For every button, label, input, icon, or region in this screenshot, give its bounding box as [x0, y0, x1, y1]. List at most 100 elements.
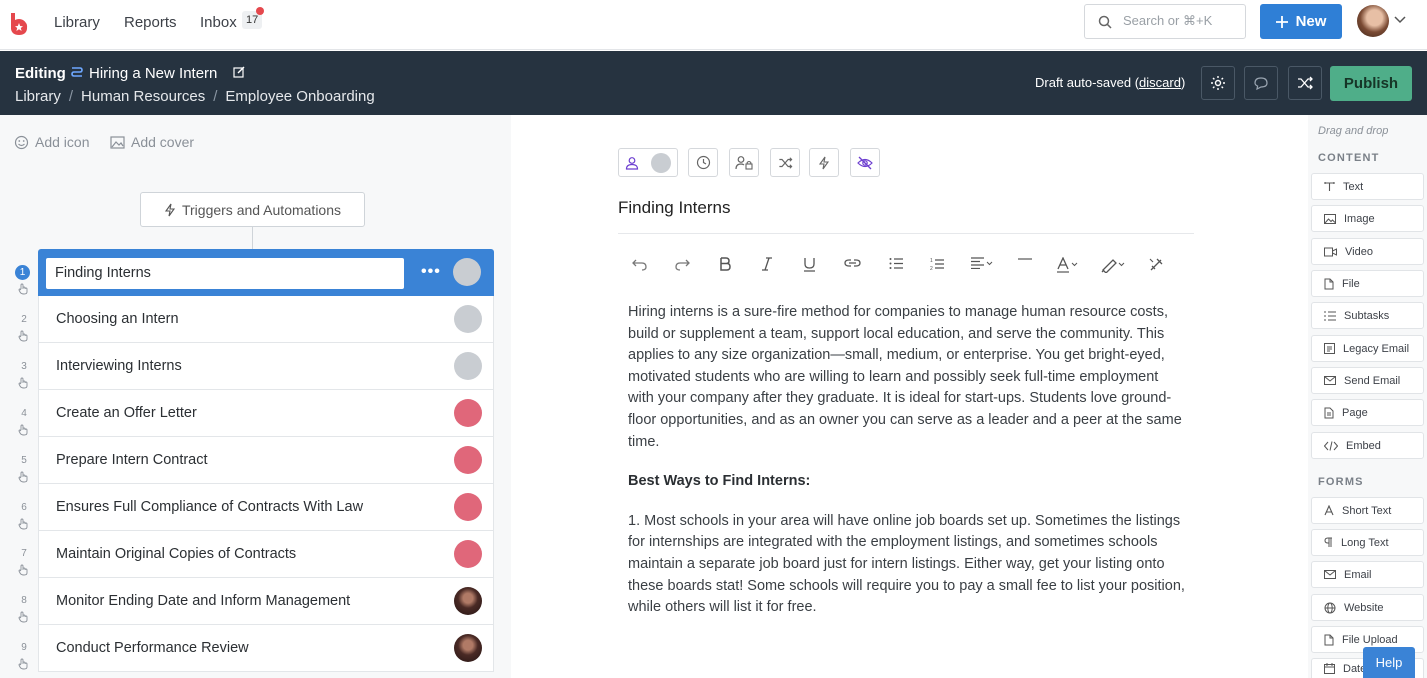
drag-hand-icon[interactable] [18, 377, 29, 389]
assignee-group-avatar[interactable] [454, 540, 482, 568]
step-content[interactable]: Hiring interns is a sure-fire method for… [628, 302, 1188, 637]
numbered-list-icon[interactable]: 12 [930, 257, 945, 271]
component-short-text[interactable]: Short Text [1311, 497, 1424, 524]
task-label: Interviewing Interns [56, 358, 182, 374]
clear-format-icon[interactable] [1148, 257, 1164, 273]
due-date-button[interactable] [688, 148, 718, 177]
task-label: Choosing an Intern [56, 311, 179, 327]
component-email[interactable]: Email [1311, 561, 1424, 588]
drag-hand-icon[interactable] [18, 518, 29, 530]
drag-hand-icon[interactable] [18, 564, 29, 576]
component-legacy-email[interactable]: Legacy Email [1311, 335, 1424, 362]
italic-icon[interactable] [761, 257, 773, 271]
nav-reports-link[interactable]: Reports [124, 14, 177, 31]
component-image[interactable]: Image [1311, 205, 1424, 232]
bold-icon[interactable] [719, 257, 731, 271]
breadcrumb-library[interactable]: Library [15, 88, 61, 105]
component-text[interactable]: Text [1311, 173, 1424, 200]
breadcrumb-employee-onboarding[interactable]: Employee Onboarding [225, 88, 374, 105]
help-button[interactable]: Help [1363, 647, 1415, 678]
search-box[interactable] [1084, 4, 1246, 39]
drag-hand-icon[interactable] [18, 658, 29, 670]
add-cover-button[interactable]: Add cover [110, 134, 194, 150]
task-item[interactable]: Prepare Intern Contract [38, 437, 494, 484]
align-dropdown-icon[interactable] [970, 257, 994, 269]
lightning-icon [818, 156, 830, 169]
assignee-avatar[interactable] [453, 258, 481, 286]
assignee-group-avatar[interactable] [454, 399, 482, 427]
add-icon-button[interactable]: Add icon [14, 134, 89, 150]
text-color-icon[interactable] [1056, 257, 1080, 273]
step-title[interactable]: Finding Interns [618, 198, 730, 218]
task-item[interactable]: Choosing an Intern [38, 296, 494, 343]
conditional-logic-button[interactable] [770, 148, 800, 177]
link-icon[interactable] [844, 257, 861, 269]
new-button-label: New [1295, 13, 1327, 30]
assignee-avatar[interactable] [454, 305, 482, 333]
component-subtasks[interactable]: Subtasks [1311, 302, 1424, 329]
discard-link[interactable]: discard [1139, 75, 1181, 90]
image-icon [1324, 213, 1336, 224]
underline-icon[interactable] [803, 257, 816, 272]
assignee-avatar[interactable] [454, 352, 482, 380]
triggers-automations-button[interactable]: Triggers and Automations [140, 192, 365, 227]
workflow-title[interactable]: Hiring a New Intern [89, 65, 217, 82]
drag-hand-icon[interactable] [18, 424, 29, 436]
new-button[interactable]: New [1260, 4, 1342, 39]
nav-library-link[interactable]: Library [54, 14, 100, 31]
user-avatar[interactable] [1357, 5, 1389, 37]
component-file[interactable]: File [1311, 270, 1424, 297]
workflow-icon [71, 67, 83, 77]
edit-title-icon[interactable] [233, 66, 245, 78]
task-item[interactable]: Monitor Ending Date and Inform Managemen… [38, 578, 494, 625]
task-item[interactable]: Ensures Full Compliance of Contracts Wit… [38, 484, 494, 531]
component-video[interactable]: Video [1311, 238, 1424, 265]
task-label: Ensures Full Compliance of Contracts Wit… [56, 499, 364, 515]
components-panel: Drag and drop CONTENT Text Image Video F… [1308, 115, 1427, 678]
horizontal-rule-icon[interactable] [1017, 257, 1033, 261]
breadcrumb-human-resources[interactable]: Human Resources [81, 88, 205, 105]
comments-button[interactable] [1244, 66, 1278, 100]
drag-hand-icon[interactable] [18, 283, 29, 295]
shuffle-button[interactable] [1288, 66, 1322, 100]
undo-icon[interactable] [632, 257, 648, 271]
hide-step-button[interactable] [850, 148, 880, 177]
shuffle-icon [778, 156, 792, 169]
assignee-group-avatar[interactable] [454, 446, 482, 474]
task-item[interactable]: Create an Offer Letter [38, 390, 494, 437]
logo-icon[interactable] [8, 11, 30, 37]
assignee-avatar[interactable] [454, 587, 482, 615]
component-embed[interactable]: Embed [1311, 432, 1424, 459]
highlight-icon[interactable] [1100, 257, 1126, 273]
step-number: 8 [21, 595, 27, 606]
component-long-text[interactable]: Long Text [1311, 529, 1424, 556]
bullet-list-icon[interactable] [889, 257, 904, 270]
settings-button[interactable] [1201, 66, 1235, 100]
task-item[interactable]: Interviewing Interns [38, 343, 494, 390]
drag-hand-icon[interactable] [18, 330, 29, 342]
nav-inbox-link[interactable]: Inbox [200, 14, 237, 31]
automations-button[interactable] [809, 148, 839, 177]
search-input[interactable] [1123, 13, 1241, 28]
video-icon [1324, 247, 1337, 256]
component-send-email[interactable]: Send Email [1311, 367, 1424, 394]
step-number: 4 [21, 408, 27, 419]
envelope-icon [1324, 570, 1336, 579]
drag-hand-icon[interactable] [18, 471, 29, 483]
more-options-icon[interactable]: ••• [421, 263, 441, 281]
component-page[interactable]: Page [1311, 399, 1424, 426]
assignee-avatar[interactable] [454, 634, 482, 662]
eye-slash-icon [857, 156, 873, 169]
assignee-group-avatar[interactable] [454, 493, 482, 521]
task-item[interactable]: Conduct Performance Review [38, 625, 494, 672]
drag-hand-icon[interactable] [18, 611, 29, 623]
assignees-button[interactable] [618, 148, 678, 177]
permissions-button[interactable] [729, 148, 759, 177]
task-item[interactable]: Maintain Original Copies of Contracts [38, 531, 494, 578]
svg-text:2: 2 [930, 266, 933, 271]
redo-icon[interactable] [674, 257, 690, 271]
component-website[interactable]: Website [1311, 594, 1424, 621]
chevron-down-icon[interactable] [1394, 16, 1406, 24]
task-item-active[interactable]: Finding Interns ••• [38, 249, 494, 296]
publish-button[interactable]: Publish [1330, 66, 1412, 101]
